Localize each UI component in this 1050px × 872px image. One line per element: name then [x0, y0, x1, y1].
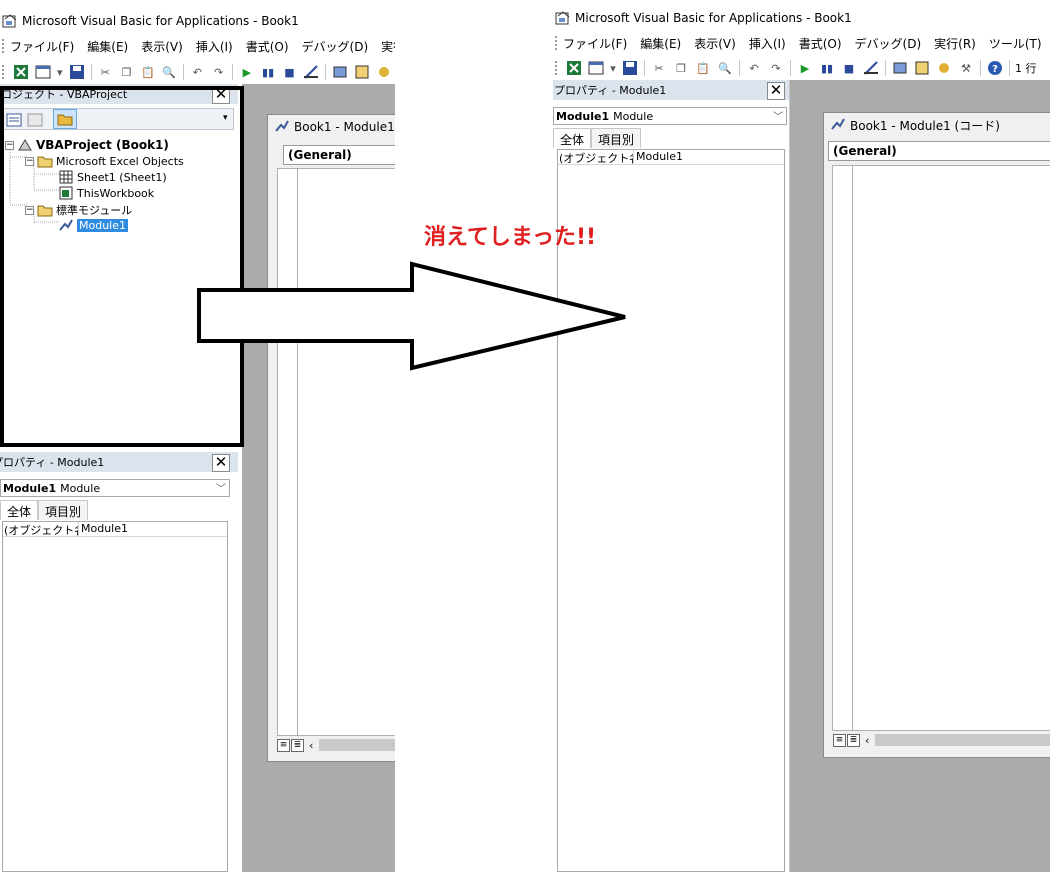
right-arrow-icon [197, 261, 626, 371]
annotation-caption: 消えてしまった!! [424, 225, 597, 250]
arrow-overlay [197, 261, 626, 371]
